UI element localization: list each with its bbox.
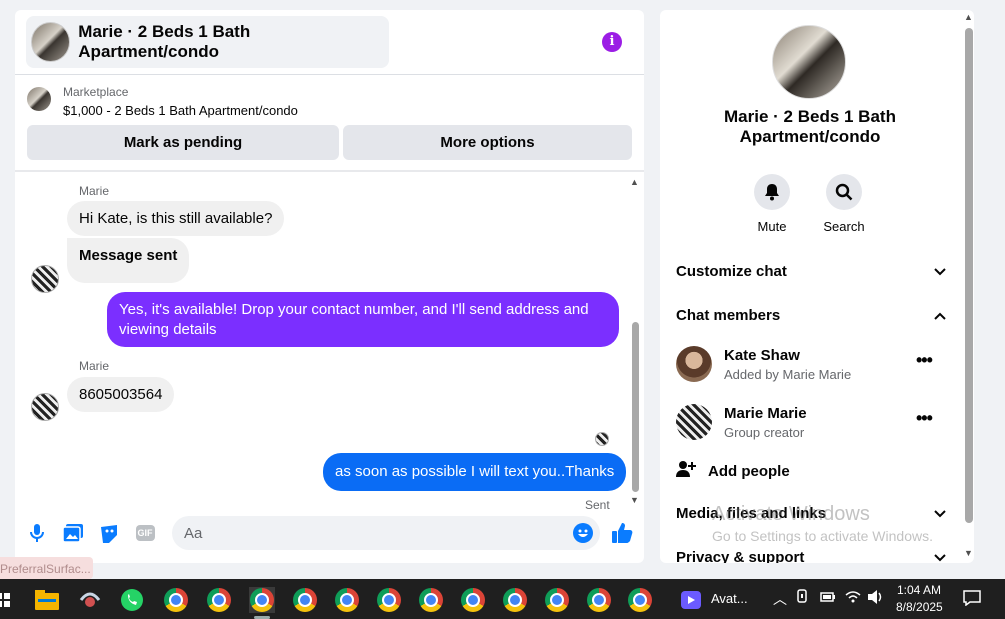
whatsapp-icon[interactable] — [119, 587, 145, 613]
avatar-app-icon[interactable] — [678, 587, 704, 613]
message-composer: GIF — [15, 510, 644, 556]
scroll-up-arrow[interactable]: ▲ — [964, 12, 973, 22]
chat-header[interactable]: Marie · 2 Beds 1 Bath Apartment/condo — [26, 16, 389, 68]
chrome-icon[interactable] — [418, 587, 444, 613]
message-sender: Marie — [79, 184, 110, 198]
group-title: Marie · 2 Beds 1 Bath Apartment/condo — [724, 107, 896, 146]
chevron-down-icon — [934, 505, 946, 522]
more-options-button[interactable]: More options — [343, 125, 632, 160]
message-input-box[interactable] — [172, 516, 600, 550]
message-bubble-outgoing[interactable]: as soon as possible I will text you..Tha… — [323, 453, 627, 491]
more-icon[interactable]: ••• — [916, 350, 933, 371]
avatar — [676, 346, 712, 382]
chrome-icon[interactable] — [460, 587, 486, 613]
clock-time[interactable]: 1:04 AM — [897, 583, 941, 597]
scroll-up-arrow[interactable]: ▲ — [630, 177, 639, 187]
sender-avatar[interactable] — [31, 265, 59, 293]
message-sender: Marie — [79, 359, 110, 373]
thumbs-up-icon[interactable] — [611, 522, 633, 549]
gif-icon[interactable]: GIF — [134, 522, 156, 544]
chrome-icon[interactable] — [163, 587, 189, 613]
search-label: Search — [823, 219, 865, 234]
message-bubble-incoming[interactable]: Hi Kate, is this still available? — [67, 201, 285, 236]
message-list: Marie Hi Kate, is this still available? … — [15, 172, 644, 512]
scroll-thumb[interactable] — [632, 322, 639, 492]
start-icon[interactable] — [0, 587, 16, 613]
message-bubble-outgoing[interactable]: Yes, it's available! Drop your contact n… — [107, 292, 619, 347]
read-receipt-avatar — [595, 432, 609, 446]
chat-panel: Marie · 2 Beds 1 Bath Apartment/condo i … — [15, 10, 644, 563]
microphone-icon[interactable] — [26, 522, 48, 544]
member-item[interactable]: Kate Shaw Added by Marie Marie ••• — [676, 346, 946, 386]
info-icon[interactable]: i — [602, 32, 622, 52]
divider — [15, 74, 644, 75]
mute-action[interactable]: Mute — [737, 174, 807, 234]
message-bubble-incoming[interactable]: Message sent — [67, 238, 190, 283]
info-scrollbar[interactable]: ▲ ▼ — [962, 10, 974, 563]
group-avatar — [772, 25, 846, 99]
listing-price: $1,000 - 2 Beds 1 Bath Apartment/condo — [63, 103, 298, 118]
privacy-support-section[interactable]: Privacy & support — [676, 549, 946, 563]
chrome-icon[interactable] — [586, 587, 612, 613]
chrome-icon[interactable] — [334, 587, 360, 613]
chevron-up-icon[interactable]: ︿ — [773, 589, 787, 609]
activate-windows-watermark: Activate Windows Go to Settings to activ… — [712, 503, 933, 544]
chrome-icon[interactable] — [544, 587, 570, 613]
customize-chat-section[interactable]: Customize chat — [676, 263, 946, 280]
photo-icon[interactable] — [62, 522, 84, 544]
sender-avatar[interactable] — [31, 393, 59, 421]
chrome-icon[interactable] — [292, 587, 318, 613]
scroll-down-arrow[interactable]: ▼ — [630, 495, 639, 505]
more-icon[interactable]: ••• — [916, 408, 933, 429]
member-item[interactable]: Marie Marie Group creator ••• — [676, 404, 946, 444]
meet-icon[interactable] — [796, 589, 810, 606]
clock-date[interactable]: 8/8/2025 — [896, 600, 943, 614]
message-bubble-incoming[interactable]: 8605003564 — [67, 377, 175, 412]
listing-thumbnail — [27, 87, 51, 111]
emoji-icon[interactable] — [573, 523, 593, 543]
marketplace-listing[interactable]: Marketplace $1,000 - 2 Beds 1 Bath Apart… — [27, 85, 298, 118]
sticker-icon[interactable] — [98, 522, 120, 544]
marketplace-label: Marketplace — [63, 85, 129, 99]
avatar — [676, 404, 712, 440]
wifi-icon[interactable] — [845, 590, 861, 607]
volume-icon[interactable] — [867, 589, 885, 608]
chrome-icon[interactable] — [376, 587, 402, 613]
referral-chip: PreferralSurfac... — [0, 557, 93, 579]
chrome-icon[interactable] — [627, 587, 653, 613]
chrome-icon[interactable] — [206, 587, 232, 613]
search-action[interactable]: Search — [809, 174, 879, 234]
message-scrollbar[interactable]: ▲ ▼ — [630, 177, 640, 505]
mute-label: Mute — [757, 219, 787, 234]
bell-icon[interactable] — [754, 174, 790, 210]
chrome-icon[interactable] — [502, 587, 528, 613]
file-explorer-icon[interactable] — [34, 587, 60, 613]
chevron-down-icon — [934, 263, 946, 280]
chrome-icon-active[interactable] — [249, 587, 275, 613]
battery-icon[interactable] — [820, 590, 836, 606]
scroll-thumb[interactable] — [965, 28, 973, 523]
chevron-down-icon — [934, 549, 946, 563]
add-people-button[interactable]: Add people — [676, 460, 790, 482]
scroll-down-arrow[interactable]: ▼ — [964, 548, 973, 558]
taskbar: Avat... ︿ 1:04 AM 8/8/2025 — [0, 579, 1005, 619]
chat-members-section[interactable]: Chat members — [676, 307, 946, 324]
chat-info-panel: Marie · 2 Beds 1 Bath Apartment/condo Mu… — [660, 10, 974, 563]
search-icon[interactable] — [826, 174, 862, 210]
message-input[interactable] — [172, 516, 552, 550]
app-icon[interactable] — [77, 587, 103, 613]
add-person-icon — [676, 460, 696, 482]
mark-as-pending-button[interactable]: Mark as pending — [27, 125, 339, 160]
chevron-up-icon — [934, 307, 946, 324]
notification-icon[interactable] — [963, 590, 981, 609]
chat-title: Marie · 2 Beds 1 Bath Apartment/condo — [78, 22, 251, 61]
chat-avatar — [31, 22, 71, 62]
taskbar-app-label[interactable]: Avat... — [711, 591, 748, 606]
